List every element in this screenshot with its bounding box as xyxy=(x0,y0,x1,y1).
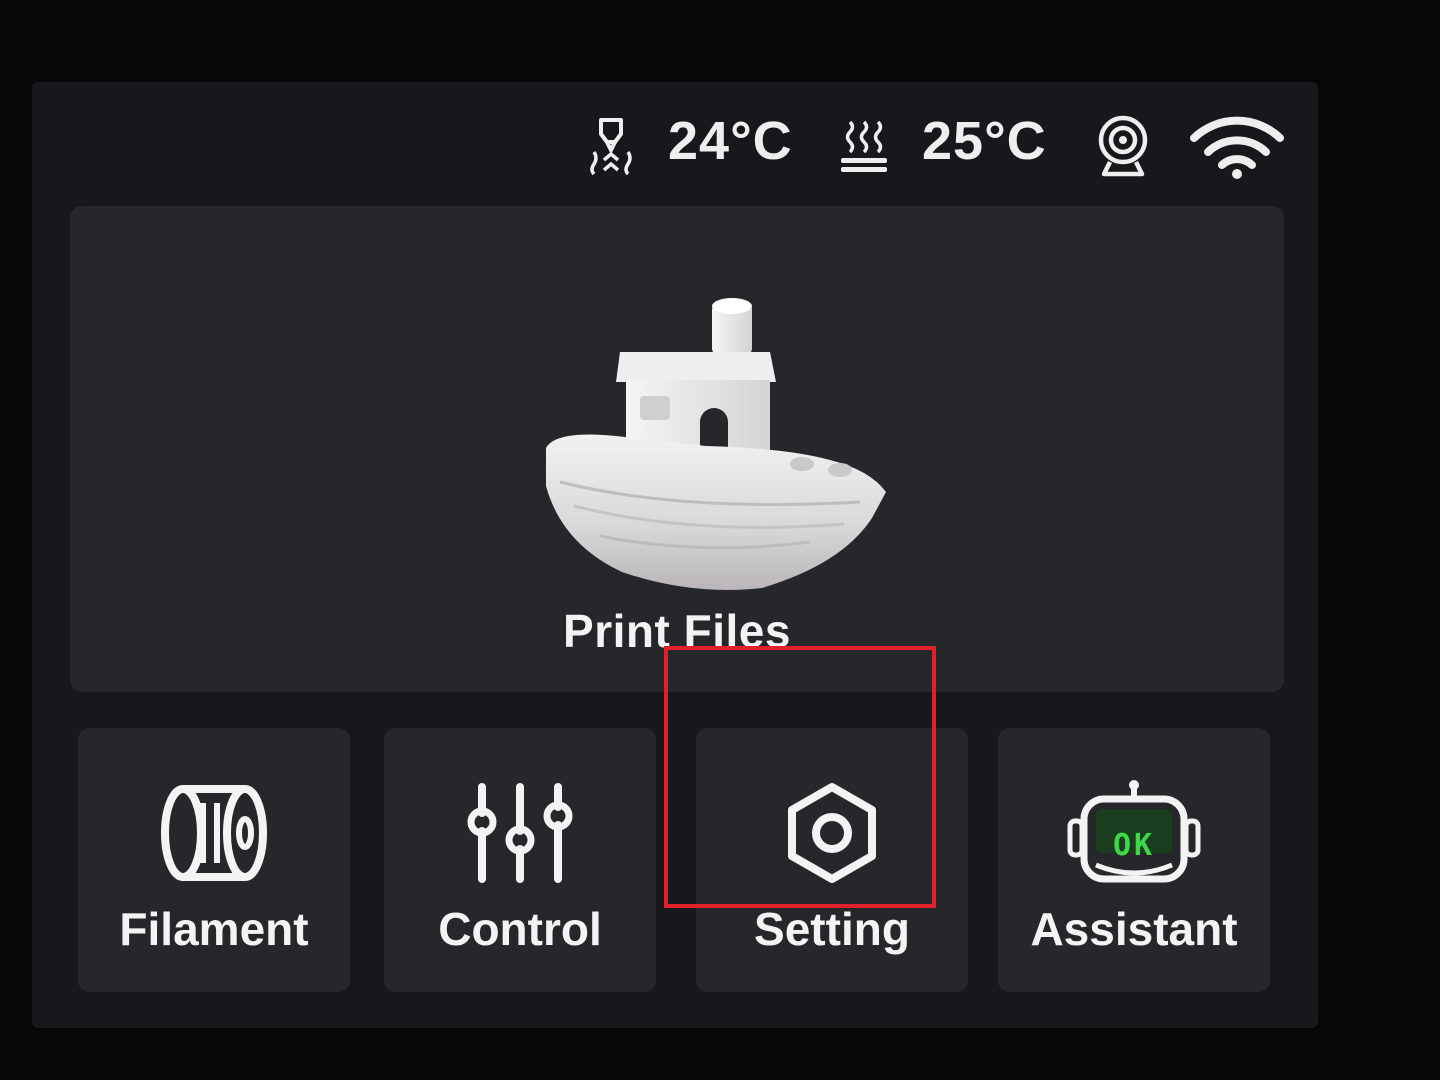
assistant-ok-badge: OK xyxy=(1112,828,1156,863)
assistant-label: Assistant xyxy=(1030,903,1238,955)
filament-spool-icon xyxy=(78,778,350,888)
wifi-icon[interactable] xyxy=(1188,112,1286,180)
sliders-icon xyxy=(384,778,656,888)
setting-label: Setting xyxy=(754,903,910,955)
print-files-button[interactable]: Print Files xyxy=(70,206,1284,692)
nozzle-temp-text: 24°C xyxy=(668,111,793,171)
assistant-button[interactable]: OK Assistant xyxy=(998,728,1270,992)
nozzle-heater-icon xyxy=(586,116,636,176)
benchy-boat-icon xyxy=(546,298,886,590)
status-bar: 24°C 25°C xyxy=(32,82,1318,204)
bed-temp-text: 25°C xyxy=(922,111,1047,171)
filament-label: Filament xyxy=(119,903,309,955)
control-button[interactable]: Control xyxy=(384,728,656,992)
bed-temp: 25°C xyxy=(922,110,1047,172)
heated-bed-icon xyxy=(838,118,890,176)
selection-highlight xyxy=(664,646,936,908)
camera-icon[interactable] xyxy=(1094,112,1152,178)
filament-button[interactable]: Filament xyxy=(78,728,350,992)
control-label: Control xyxy=(438,903,602,955)
nozzle-temp: 24°C xyxy=(668,110,793,172)
